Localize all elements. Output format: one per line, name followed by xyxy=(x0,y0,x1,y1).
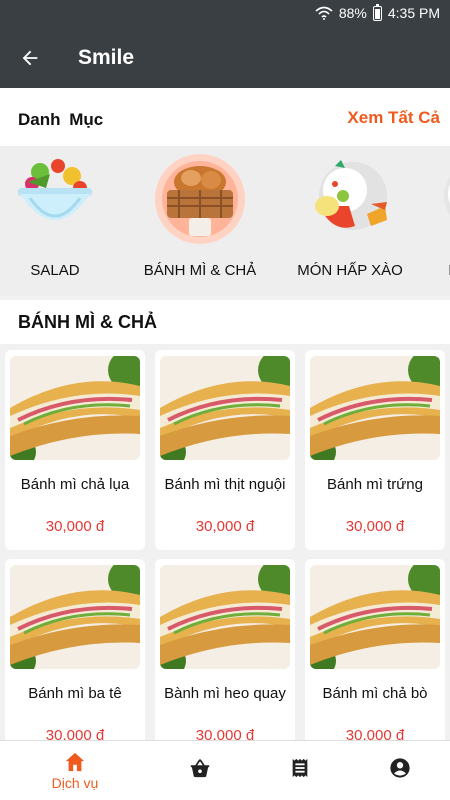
nav-services[interactable]: Dịch vụ xyxy=(25,741,125,800)
product-card[interactable]: Bánh mì chả bò 30,000 đ xyxy=(305,559,445,740)
back-button[interactable] xyxy=(0,28,60,88)
steamed-dish-icon xyxy=(315,160,387,230)
category-item-salad[interactable]: SALAD xyxy=(0,154,130,294)
nav-orders[interactable] xyxy=(250,741,350,800)
category-label: MÓN B xyxy=(398,262,450,279)
basket-icon xyxy=(190,759,210,778)
nav-label: Dịch vụ xyxy=(51,775,99,791)
view-all-link[interactable]: Xem Tất Cả xyxy=(347,108,440,128)
product-price: 30,000 đ xyxy=(195,727,255,740)
category-header: Danh Mục Xem Tất Cả xyxy=(0,88,450,146)
battery-percent: 88% xyxy=(338,5,367,21)
product-card[interactable]: Bánh mì trứng 30,000 đ xyxy=(305,350,445,550)
account-icon xyxy=(390,758,410,778)
product-name: Bánh mì ba tê xyxy=(28,685,122,702)
product-image xyxy=(10,565,140,669)
wifi-icon xyxy=(315,6,333,20)
product-card[interactable]: Bành mì heo quay 30,000 đ xyxy=(155,559,295,740)
bread-basket-icon xyxy=(155,154,245,244)
category-item-banh-mi[interactable]: BÁNH MÌ & CHẢ xyxy=(125,154,275,294)
arrow-left-icon xyxy=(22,50,38,66)
product-card[interactable]: Bánh mì chả lụa 30,000 đ xyxy=(5,350,145,550)
product-price: 30,000 đ xyxy=(45,727,105,740)
status-bar: 88% 4:35 PM xyxy=(0,0,450,28)
home-icon xyxy=(65,752,85,772)
product-image xyxy=(160,565,290,669)
nav-account[interactable] xyxy=(350,741,450,800)
section-header: BÁNH MÌ & CHẢ xyxy=(0,300,450,344)
category-label: SALAD xyxy=(30,262,80,279)
app-bar: Smile xyxy=(0,28,450,88)
product-price: 30,000 đ xyxy=(195,518,255,535)
product-image xyxy=(310,565,440,669)
product-image xyxy=(310,356,440,460)
product-card[interactable]: Bánh mì thịt nguội 30,000 đ xyxy=(155,350,295,550)
app-title: Smile xyxy=(78,46,135,69)
category-list: SALAD BÁNH MÌ & CHẢ MÓN HẤP XÀO xyxy=(0,146,450,296)
salad-icon xyxy=(18,159,92,220)
product-card[interactable]: Bánh mì ba tê 30,000 đ xyxy=(5,559,145,740)
category-label: BÁNH MÌ & CHẢ xyxy=(143,262,257,279)
battery-icon xyxy=(372,3,382,21)
product-name: Bánh mì trứng xyxy=(327,476,423,493)
product-price: 30,000 đ xyxy=(345,727,405,740)
nav-basket[interactable] xyxy=(150,741,250,800)
product-price: 30,000 đ xyxy=(45,518,105,535)
product-grid: Bánh mì chả lụa 30,000 đ Bánh mì thịt ng… xyxy=(0,344,450,740)
category-item-mon-b[interactable]: MÓN B xyxy=(398,154,450,294)
receipt-icon xyxy=(292,758,308,778)
product-image xyxy=(160,356,290,460)
bottom-navigation: Dịch vụ xyxy=(0,740,450,800)
category-title: Danh Mục xyxy=(18,110,104,129)
product-price: 30,000 đ xyxy=(345,518,405,535)
product-image xyxy=(10,356,140,460)
clock: 4:35 PM xyxy=(387,5,440,21)
product-name: Bánh mì chả lụa xyxy=(20,476,130,493)
food-icon xyxy=(444,177,450,215)
product-name: Bành mì heo quay xyxy=(164,685,286,702)
product-name: Bánh mì chả bò xyxy=(322,685,428,702)
product-name: Bánh mì thịt nguội xyxy=(164,476,286,493)
section-title: BÁNH MÌ & CHẢ xyxy=(18,312,157,332)
